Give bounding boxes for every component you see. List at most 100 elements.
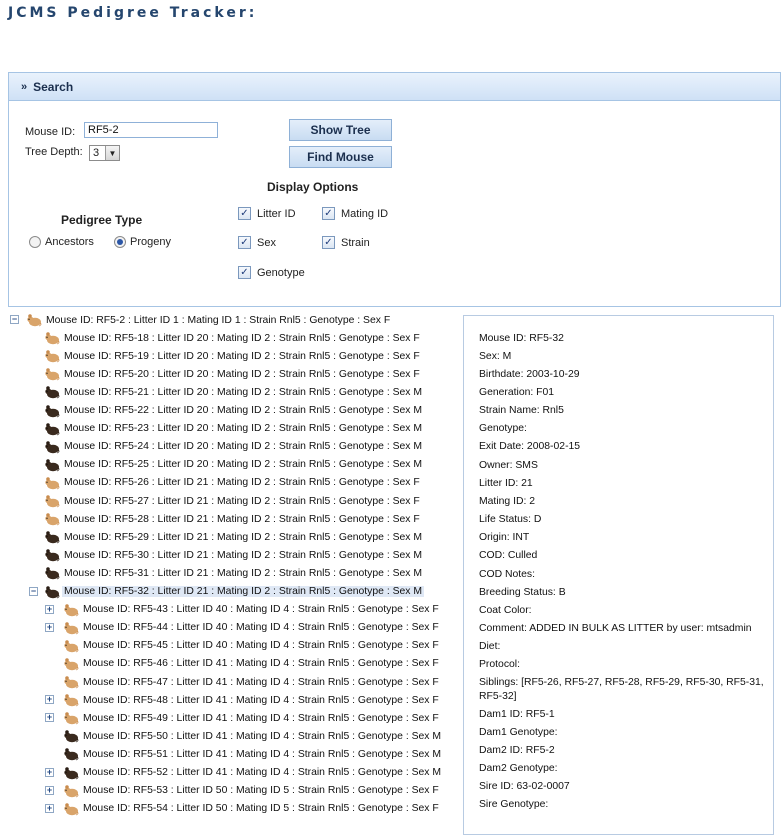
tree-node[interactable]: Mouse ID: RF5-21 : Litter ID 20 : Mating…	[44, 383, 424, 401]
checkbox-litter-id-box[interactable]: ✓	[238, 207, 251, 220]
tree-node[interactable]: + Mouse ID: RF5-43 : Litter ID 40 : Matin…	[45, 601, 441, 619]
tree-node[interactable]: + Mouse ID: RF5-53 : Litter ID 50 : Matin…	[45, 782, 441, 800]
tree-node-label[interactable]: Mouse ID: RF5-48 : Litter ID 41 : Mating…	[81, 695, 441, 706]
mouse-light-icon	[64, 694, 79, 707]
mouse-id-input[interactable]	[84, 122, 218, 138]
tree-node[interactable]: + Mouse ID: RF5-49 : Litter ID 41 : Matin…	[45, 709, 441, 727]
collapse-icon[interactable]: −	[29, 586, 38, 596]
find-mouse-button[interactable]: Find Mouse	[289, 146, 392, 168]
expand-icon[interactable]: +	[45, 604, 54, 614]
show-tree-button[interactable]: Show Tree	[289, 119, 392, 141]
tree-node[interactable]: − Mouse ID: RF5-2 : Litter ID 1 : Mating …	[10, 311, 392, 329]
checkbox-genotype-box[interactable]: ✓	[238, 266, 251, 279]
checkbox-sex[interactable]: ✓ Sex	[238, 236, 276, 249]
tree-node-label[interactable]: Mouse ID: RF5-51 : Litter ID 41 : Mating…	[81, 749, 443, 760]
tree-node-label[interactable]: Mouse ID: RF5-24 : Litter ID 20 : Mating…	[62, 441, 424, 452]
expand-icon[interactable]: +	[45, 767, 54, 777]
tree-node[interactable]: Mouse ID: RF5-31 : Litter ID 21 : Mating…	[44, 564, 424, 582]
expand-icon[interactable]: +	[45, 622, 54, 632]
tree-node[interactable]: Mouse ID: RF5-46 : Litter ID 41 : Mating…	[63, 655, 441, 673]
tree-node-label[interactable]: Mouse ID: RF5-19 : Litter ID 20 : Mating…	[62, 351, 422, 362]
tree-node[interactable]: + Mouse ID: RF5-44 : Litter ID 40 : Matin…	[45, 619, 441, 637]
tree-node-label[interactable]: Mouse ID: RF5-52 : Litter ID 41 : Mating…	[81, 767, 443, 778]
tree-node-label[interactable]: Mouse ID: RF5-46 : Litter ID 41 : Mating…	[81, 658, 441, 669]
checkbox-litter-id[interactable]: ✓ Litter ID	[238, 207, 296, 220]
tree-node[interactable]: Mouse ID: RF5-47 : Litter ID 41 : Mating…	[63, 673, 441, 691]
radio-ancestors[interactable]: Ancestors	[29, 236, 94, 248]
tree-node[interactable]: Mouse ID: RF5-25 : Litter ID 20 : Mating…	[44, 456, 424, 474]
tree-node-label[interactable]: Mouse ID: RF5-27 : Litter ID 21 : Mating…	[62, 496, 422, 507]
tree-node[interactable]: Mouse ID: RF5-18 : Litter ID 20 : Mating…	[44, 329, 422, 347]
mouse-light-icon	[64, 621, 79, 635]
checkbox-mating-id-label: Mating ID	[341, 207, 389, 220]
detail-field: Coat Color:	[479, 605, 532, 616]
checkbox-strain[interactable]: ✓ Strain	[322, 236, 370, 249]
pedigree-type-title: Pedigree Type	[61, 213, 143, 227]
detail-field: Protocol:	[479, 659, 521, 670]
collapse-chevron-icon[interactable]: »	[21, 81, 27, 93]
tree-node[interactable]: − Mouse ID: RF5-32 : Litter ID 21 : Matin…	[29, 583, 425, 601]
tree-node[interactable]: Mouse ID: RF5-22 : Litter ID 20 : Mating…	[44, 402, 424, 420]
checkbox-strain-box[interactable]: ✓	[322, 236, 335, 249]
tree-node[interactable]: Mouse ID: RF5-50 : Litter ID 41 : Mating…	[63, 727, 443, 745]
mouse-detail-panel: Mouse ID: RF5-32 Sex: M Birthdate: 2003-10…	[463, 315, 774, 835]
tree-node[interactable]: Mouse ID: RF5-27 : Litter ID 21 : Mating…	[44, 492, 422, 510]
tree-node[interactable]: Mouse ID: RF5-24 : Litter ID 20 : Mating…	[44, 438, 424, 456]
tree-node-label[interactable]: Mouse ID: RF5-18 : Litter ID 20 : Mating…	[62, 333, 422, 344]
tree-node-label[interactable]: Mouse ID: RF5-49 : Litter ID 41 : Mating…	[81, 713, 441, 724]
tree-node-label[interactable]: Mouse ID: RF5-31 : Litter ID 21 : Mating…	[62, 568, 424, 579]
tree-node-label[interactable]: Mouse ID: RF5-20 : Litter ID 20 : Mating…	[62, 369, 422, 380]
tree-node[interactable]: Mouse ID: RF5-20 : Litter ID 20 : Mating…	[44, 365, 422, 383]
tree-node[interactable]: Mouse ID: RF5-23 : Litter ID 20 : Mating…	[44, 420, 424, 438]
checkbox-mating-id[interactable]: ✓ Mating ID	[322, 207, 388, 220]
tree-node-label[interactable]: Mouse ID: RF5-30 : Litter ID 21 : Mating…	[62, 550, 424, 561]
tree-node-label[interactable]: Mouse ID: RF5-28 : Litter ID 21 : Mating…	[62, 514, 422, 525]
tree-node-label[interactable]: Mouse ID: RF5-21 : Litter ID 20 : Mating…	[62, 387, 424, 398]
mouse-dark-icon	[45, 440, 60, 454]
mouse-light-icon	[64, 712, 79, 725]
checkbox-genotype[interactable]: ✓ Genotype	[238, 266, 305, 279]
tree-node[interactable]: Mouse ID: RF5-19 : Litter ID 20 : Mating…	[44, 347, 422, 365]
tree-node-label[interactable]: Mouse ID: RF5-45 : Litter ID 40 : Mating…	[81, 640, 441, 651]
tree-node-label[interactable]: Mouse ID: RF5-32 : Litter ID 21 : Mating…	[62, 586, 425, 597]
tree-node[interactable]: + Mouse ID: RF5-52 : Litter ID 41 : Matin…	[45, 764, 443, 782]
mouse-dark-icon	[45, 531, 60, 544]
tree-node-label[interactable]: Mouse ID: RF5-54 : Litter ID 50 : Mating…	[81, 803, 441, 814]
tree-node[interactable]: Mouse ID: RF5-28 : Litter ID 21 : Mating…	[44, 510, 422, 528]
tree-node[interactable]: Mouse ID: RF5-30 : Litter ID 21 : Mating…	[44, 546, 424, 564]
tree-node-label[interactable]: Mouse ID: RF5-26 : Litter ID 21 : Mating…	[62, 477, 422, 488]
tree-depth-select[interactable]: 3 ▼	[89, 145, 120, 161]
tree-node-label[interactable]: Mouse ID: RF5-2 : Litter ID 1 : Mating I…	[44, 315, 392, 326]
expand-icon[interactable]: +	[45, 803, 54, 813]
radio-ancestors-dot[interactable]	[29, 236, 41, 248]
tree-node-label[interactable]: Mouse ID: RF5-29 : Litter ID 21 : Mating…	[62, 532, 424, 543]
expand-icon[interactable]: +	[45, 785, 54, 795]
detail-field: Genotype:	[479, 423, 527, 434]
checkbox-strain-label: Strain	[341, 236, 370, 249]
tree-node-label[interactable]: Mouse ID: RF5-23 : Litter ID 20 : Mating…	[62, 423, 424, 434]
radio-progeny[interactable]: Progeny	[114, 236, 171, 248]
radio-progeny-dot[interactable]	[114, 236, 126, 248]
tree-node-label[interactable]: Mouse ID: RF5-43 : Litter ID 40 : Mating…	[81, 604, 441, 615]
tree-node-label[interactable]: Mouse ID: RF5-47 : Litter ID 41 : Mating…	[81, 677, 441, 688]
expand-icon[interactable]: +	[45, 713, 54, 723]
tree-node-label[interactable]: Mouse ID: RF5-25 : Litter ID 20 : Mating…	[62, 459, 424, 470]
tree-node[interactable]: Mouse ID: RF5-26 : Litter ID 21 : Mating…	[44, 474, 422, 492]
search-panel-header[interactable]: » Search	[9, 73, 780, 101]
expand-icon[interactable]: +	[45, 695, 54, 705]
checkbox-genotype-label: Genotype	[257, 266, 305, 279]
tree-node-label[interactable]: Mouse ID: RF5-50 : Litter ID 41 : Mating…	[81, 731, 443, 742]
tree-node[interactable]: Mouse ID: RF5-51 : Litter ID 41 : Mating…	[63, 745, 443, 763]
checkbox-sex-box[interactable]: ✓	[238, 236, 251, 249]
tree-node-label[interactable]: Mouse ID: RF5-22 : Litter ID 20 : Mating…	[62, 405, 424, 416]
tree-node-label[interactable]: Mouse ID: RF5-44 : Litter ID 40 : Mating…	[81, 622, 441, 633]
tree-node[interactable]: Mouse ID: RF5-29 : Litter ID 21 : Mating…	[44, 528, 424, 546]
tree-node[interactable]: + Mouse ID: RF5-54 : Litter ID 50 : Matin…	[45, 800, 441, 818]
checkbox-mating-id-box[interactable]: ✓	[322, 207, 335, 220]
detail-field: Origin: INT	[479, 532, 530, 543]
collapse-icon[interactable]: −	[10, 315, 19, 324]
tree-node[interactable]: + Mouse ID: RF5-48 : Litter ID 41 : Matin…	[45, 691, 441, 709]
dropdown-arrow-icon[interactable]: ▼	[105, 146, 119, 160]
tree-node[interactable]: Mouse ID: RF5-45 : Litter ID 40 : Mating…	[63, 637, 441, 655]
tree-node-label[interactable]: Mouse ID: RF5-53 : Litter ID 50 : Mating…	[81, 785, 441, 796]
